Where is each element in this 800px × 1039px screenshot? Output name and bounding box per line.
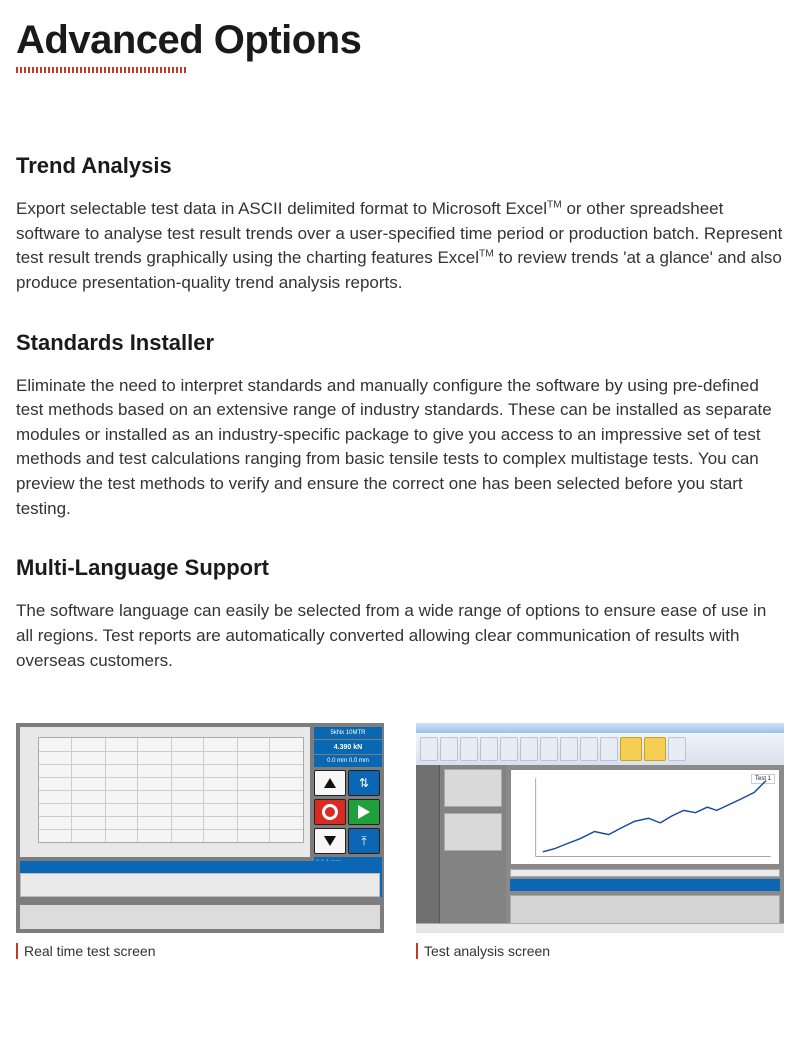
ribbon-button[interactable] (540, 737, 558, 761)
analysis-strip (510, 869, 780, 877)
figure-realtime: 5kNx 10MTR 4.390 kN 0.0 mm 0.0 mm ⇅ ⤒ 0.… (16, 723, 384, 959)
analysis-main: Test 1 (506, 765, 784, 933)
analysis-status-bar (416, 923, 784, 933)
arrow-up-icon (324, 778, 336, 788)
stop-button[interactable] (314, 799, 346, 825)
ribbon-button[interactable] (440, 737, 458, 761)
ribbon-button[interactable] (580, 737, 598, 761)
title-underline (16, 67, 186, 73)
figure-caption: Real time test screen (16, 943, 384, 959)
section-heading-multilanguage: Multi-Language Support (16, 555, 784, 581)
ribbon-button[interactable] (560, 737, 578, 761)
figure-analysis: Test 1 Test analysis screen (416, 723, 784, 959)
jog-up-button[interactable] (314, 770, 346, 796)
ribbon-button-highlight[interactable] (620, 737, 642, 761)
trademark-symbol: TM (479, 249, 494, 260)
reset-button[interactable]: ⇅ (348, 770, 380, 796)
realtime-screenshot: 5kNx 10MTR 4.390 kN 0.0 mm 0.0 mm ⇅ ⤒ 0.… (16, 723, 384, 933)
analysis-line-plot (511, 770, 779, 869)
reset-icon: ⇅ (359, 777, 369, 789)
ribbon-button[interactable] (480, 737, 498, 761)
play-icon (358, 805, 370, 819)
ribbon-button[interactable] (600, 737, 618, 761)
page-title: Advanced Options (16, 18, 784, 63)
realtime-info-bar (20, 861, 380, 873)
home-icon: ⤒ (361, 835, 366, 847)
ribbon-button[interactable] (500, 737, 518, 761)
jog-down-button[interactable] (314, 828, 346, 854)
section-body-standards: Eliminate the need to interpret standard… (16, 374, 784, 522)
text-segment: Export selectable test data in ASCII del… (16, 199, 547, 218)
ribbon-button[interactable] (420, 737, 438, 761)
analysis-screenshot: Test 1 (416, 723, 784, 933)
thumbnail[interactable] (444, 769, 502, 807)
ribbon-button[interactable] (668, 737, 686, 761)
analysis-chart: Test 1 (510, 769, 780, 865)
realtime-results-grid (20, 873, 380, 897)
start-button[interactable] (348, 799, 380, 825)
analysis-thumbnails (440, 765, 506, 933)
analysis-titlebar (416, 723, 784, 733)
analysis-selection-bar (510, 879, 780, 891)
thumbnail[interactable] (444, 813, 502, 851)
trademark-symbol: TM (547, 199, 562, 210)
figures-row: 5kNx 10MTR 4.390 kN 0.0 mm 0.0 mm ⇅ ⤒ 0.… (16, 723, 784, 959)
home-button[interactable]: ⤒ (348, 828, 380, 854)
figure-caption: Test analysis screen (416, 943, 784, 959)
section-heading-standards: Standards Installer (16, 330, 784, 356)
realtime-status-line: 0.0 mm 0.0 mm (314, 755, 382, 767)
ribbon-button-highlight[interactable] (644, 737, 666, 761)
analysis-ribbon (416, 733, 784, 765)
analysis-side-rail (416, 765, 440, 933)
section-body-multilanguage: The software language can easily be sele… (16, 599, 784, 673)
realtime-chart-panel (20, 727, 310, 857)
section-heading-trend: Trend Analysis (16, 153, 784, 179)
arrow-down-icon (324, 836, 336, 846)
section-body-trend: Export selectable test data in ASCII del… (16, 197, 784, 296)
realtime-footer-panel (20, 905, 380, 929)
ribbon-button[interactable] (520, 737, 538, 761)
realtime-status-line: 5kNx 10MTR (314, 727, 382, 739)
realtime-chart (38, 737, 304, 843)
stop-icon (322, 804, 338, 820)
realtime-status-line: 4.390 kN (314, 740, 382, 754)
ribbon-button[interactable] (460, 737, 478, 761)
